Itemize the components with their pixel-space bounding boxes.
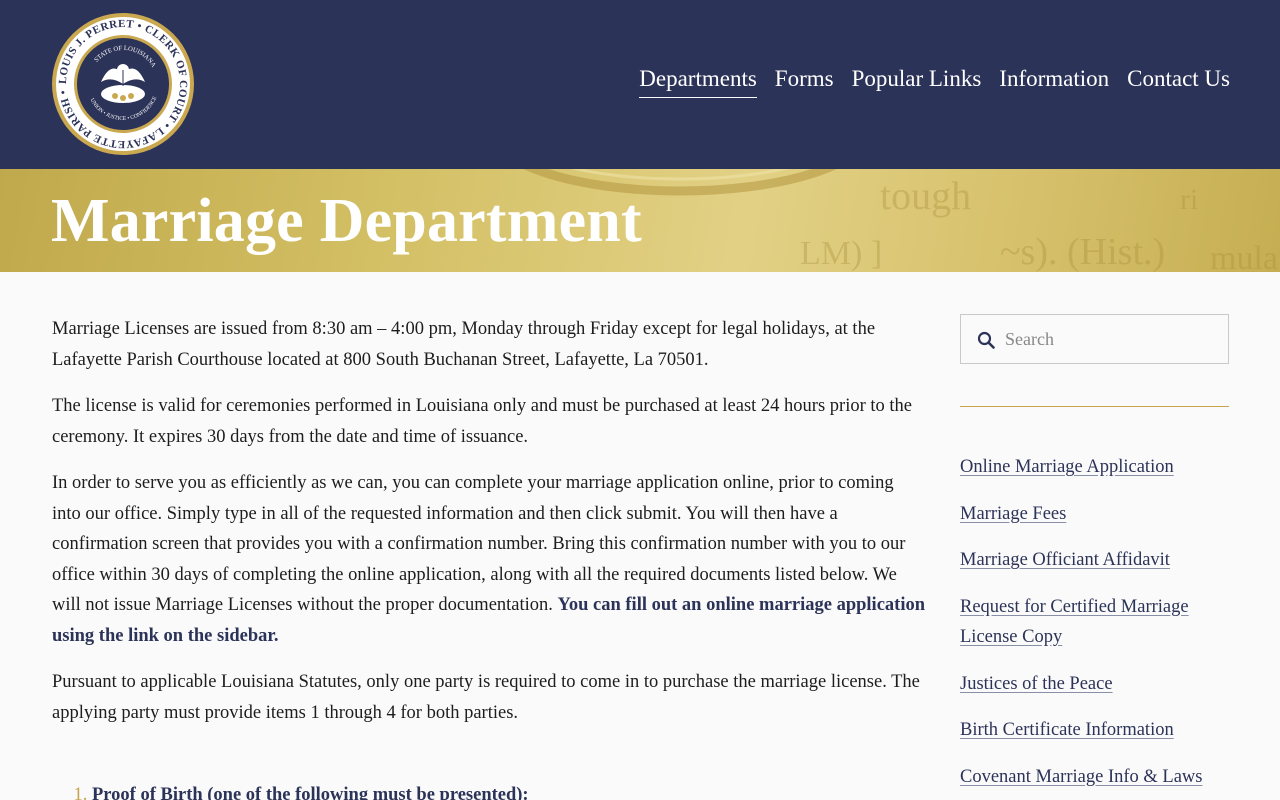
sidebar-link-item: Marriage Fees xyxy=(960,499,1229,530)
sidebar-link-item: Covenant Marriage Info & Laws xyxy=(960,762,1229,793)
sidebar-link-item: Justices of the Peace xyxy=(960,669,1229,700)
paragraph-statutes: Pursuant to applicable Louisiana Statute… xyxy=(52,672,920,723)
nav-information[interactable]: Information xyxy=(999,66,1109,98)
svg-text:tough: tough xyxy=(880,173,971,218)
link-justices-of-the-peace[interactable]: Justices of the Peace xyxy=(960,674,1113,694)
hero-banner: tough LM) ] ~s). (Hist.) ri mula Marriag… xyxy=(0,169,1280,272)
svg-text:mula: mula xyxy=(1210,240,1278,272)
link-marriage-officiant-affidavit[interactable]: Marriage Officiant Affidavit xyxy=(960,550,1170,570)
paragraph-online-application: In order to serve you as efficiently as … xyxy=(52,468,927,651)
sidebar-link-item: Birth Certificate Information xyxy=(960,715,1229,746)
nav-departments[interactable]: Departments xyxy=(639,66,757,98)
link-online-marriage-application[interactable]: Online Marriage Application xyxy=(960,457,1174,477)
online-application-text: In order to serve you as efficiently as … xyxy=(52,473,906,615)
search-icon xyxy=(977,331,995,349)
link-certified-license-copy[interactable]: Request for Certified Marriage License C… xyxy=(960,597,1189,648)
sidebar: Online Marriage Application Marriage Fee… xyxy=(960,314,1229,787)
main-nav: Departments Forms Popular Links Informat… xyxy=(639,66,1230,98)
svg-text:LM) ]: LM) ] xyxy=(800,235,882,272)
sidebar-links: Online Marriage Application Marriage Fee… xyxy=(960,452,1229,800)
main-content: Marriage Licenses are issued from 8:30 a… xyxy=(52,314,927,800)
clerk-seal-logo[interactable]: LOUIS J. PERRET • CLERK OF COURT • LAFAY… xyxy=(51,12,195,156)
search-input[interactable] xyxy=(1005,323,1220,355)
link-covenant-marriage[interactable]: Covenant Marriage Info & Laws xyxy=(960,767,1202,787)
nav-popular-links[interactable]: Popular Links xyxy=(852,66,982,98)
search-box xyxy=(960,314,1229,364)
paragraph-validity: The license is valid for ceremonies perf… xyxy=(52,396,912,447)
list-item: Proof of Birth (one of the following mus… xyxy=(92,780,927,800)
nav-contact-us[interactable]: Contact Us xyxy=(1127,66,1230,98)
sidebar-link-item: Request for Certified Marriage License C… xyxy=(960,592,1229,653)
link-birth-certificate-info[interactable]: Birth Certificate Information xyxy=(960,720,1174,740)
page-title: Marriage Department xyxy=(51,187,642,255)
sidebar-link-item: Marriage Officiant Affidavit xyxy=(960,545,1229,576)
requirements-list: Proof of Birth (one of the following mus… xyxy=(52,780,927,800)
sidebar-divider xyxy=(960,406,1229,407)
paragraph-hours: Marriage Licenses are issued from 8:30 a… xyxy=(52,319,876,370)
sidebar-link-item: Online Marriage Application xyxy=(960,452,1229,483)
svg-text:ri: ri xyxy=(1180,183,1198,216)
svg-text:~s). (Hist.): ~s). (Hist.) xyxy=(1000,231,1165,272)
nav-forms[interactable]: Forms xyxy=(775,66,834,98)
site-header: LOUIS J. PERRET • CLERK OF COURT • LAFAY… xyxy=(0,0,1280,169)
link-marriage-fees[interactable]: Marriage Fees xyxy=(960,504,1066,524)
